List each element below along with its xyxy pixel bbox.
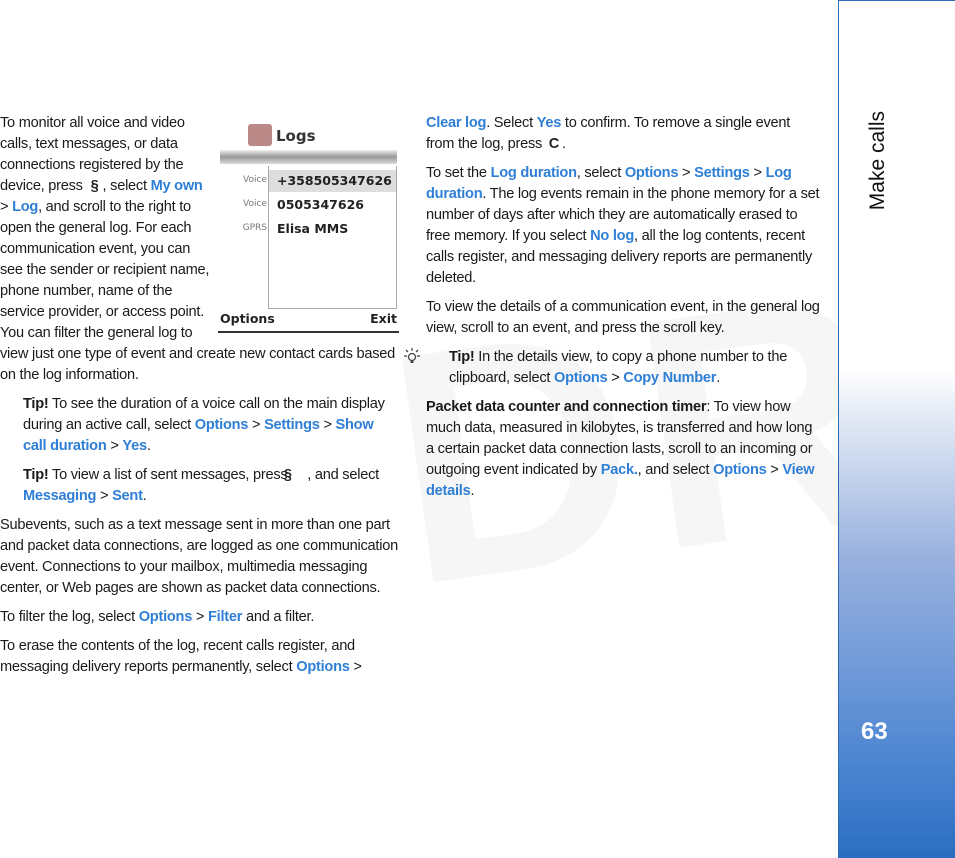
- log-row: GPRS Elisa MMS: [243, 218, 396, 240]
- text: .: [470, 483, 475, 499]
- menu-path-term: Pack.: [600, 462, 638, 478]
- text: >: [248, 417, 265, 433]
- bold-term: Packet data counter and connection timer: [426, 399, 707, 415]
- paragraph: To set the Log duration, select Options …: [426, 163, 822, 289]
- paragraph: Subevents, such as a text message sent i…: [0, 515, 399, 599]
- left-column: Logs Voice +358505347626 Voice 0505347626 …: [0, 113, 399, 686]
- log-value: Elisa MMS: [277, 221, 349, 236]
- log-type: Voice: [243, 175, 267, 185]
- exit-softkey: Exit: [370, 311, 397, 326]
- menu-path-term: Copy Number: [623, 370, 717, 386]
- page-number: 63: [861, 718, 888, 745]
- tip-paragraph: Tip! To view a list of sent messages, pr…: [0, 465, 399, 507]
- text: To view the details of a communication e…: [426, 299, 820, 336]
- text: , select: [102, 178, 151, 194]
- text: . Select: [486, 115, 537, 131]
- log-type: Voice: [243, 199, 267, 209]
- clear-key-icon: C: [548, 136, 560, 152]
- menu-path-term: Settings: [264, 417, 320, 433]
- text: >: [106, 438, 123, 454]
- text: , and select: [637, 462, 714, 478]
- text: and a filter.: [242, 609, 315, 625]
- menu-key-icon: §: [90, 178, 99, 194]
- menu-path-term: Messaging: [23, 488, 97, 504]
- options-softkey: Options: [220, 311, 275, 326]
- text: >: [678, 165, 695, 181]
- text: >: [192, 609, 208, 625]
- tip-paragraph: Tip! In the details view, to copy a phon…: [404, 347, 822, 389]
- menu-path-term: Options: [296, 659, 350, 675]
- text: >: [607, 370, 624, 386]
- log-value: 0505347626: [277, 197, 364, 212]
- menu-path-term: Clear log: [426, 115, 487, 131]
- text: To filter the log, select: [0, 609, 139, 625]
- menu-path-term: Sent: [112, 488, 143, 504]
- phone-log-list: Voice +358505347626 Voice 0505347626 GPRS E…: [243, 166, 397, 309]
- bold-term: Tip!: [449, 349, 475, 365]
- paragraph: Clear log. Select Yes to confirm. To rem…: [426, 113, 822, 155]
- menu-path-term: Filter: [207, 609, 243, 625]
- paragraph: To filter the log, select Options > Filt…: [0, 607, 399, 628]
- text: >: [749, 165, 766, 181]
- menu-path-term: Log duration: [490, 165, 577, 181]
- phone-tab-bar: [220, 150, 397, 164]
- text: , and select: [307, 467, 379, 483]
- menu-path-term: Yes: [122, 438, 147, 454]
- text: >: [319, 417, 336, 433]
- menu-path-term: Options: [554, 370, 608, 386]
- log-type: GPRS: [242, 223, 267, 233]
- text: >: [766, 462, 783, 478]
- log-row: Voice +358505347626: [243, 170, 396, 192]
- menu-path-term: Options: [713, 462, 767, 478]
- tip-paragraph: Tip! To see the duration of a voice call…: [0, 394, 399, 457]
- chapter-sidebar: Make calls 63: [838, 0, 955, 858]
- text: >: [349, 659, 362, 675]
- tip-icon: [0, 466, 18, 482]
- bold-term: Tip!: [23, 467, 49, 483]
- menu-path-term: My own: [150, 178, 203, 194]
- menu-path-term: No log: [590, 228, 635, 244]
- paragraph: To erase the contents of the log, recent…: [0, 636, 399, 678]
- bold-term: Tip!: [23, 396, 49, 412]
- tip-icon: [0, 395, 18, 411]
- menu-path-term: Yes: [536, 115, 562, 131]
- logs-app-icon: [248, 124, 272, 146]
- menu-path-term: Options: [624, 165, 679, 181]
- chapter-title-text: Make calls: [866, 111, 889, 211]
- phone-screenshot-logs: Logs Voice +358505347626 Voice 0505347626 …: [218, 118, 399, 333]
- text: To set the: [426, 165, 491, 181]
- text: To view a list of sent messages, press: [48, 467, 292, 483]
- paragraph: Packet data counter and connection timer…: [426, 397, 822, 502]
- text: .: [561, 136, 566, 152]
- text: Subevents, such as a text message sent i…: [0, 517, 398, 596]
- text: , select: [576, 165, 625, 181]
- text: >: [0, 199, 13, 215]
- menu-path-term: Options: [194, 417, 249, 433]
- menu-path-term: Options: [138, 609, 193, 625]
- phone-screen-title: Logs: [276, 127, 316, 145]
- right-column: Clear log. Select Yes to confirm. To rem…: [404, 113, 822, 510]
- menu-key-icon: §: [283, 467, 292, 483]
- paragraph: To view the details of a communication e…: [426, 297, 822, 339]
- text: >: [96, 488, 113, 504]
- tip-icon: [404, 348, 444, 364]
- menu-path-term: Log: [12, 199, 39, 215]
- log-row: Voice 0505347626: [243, 194, 396, 216]
- log-value: +358505347626: [277, 173, 392, 188]
- text: .: [716, 370, 721, 386]
- text: .: [142, 488, 147, 504]
- text: .: [146, 438, 151, 454]
- menu-path-term: Settings: [694, 165, 750, 181]
